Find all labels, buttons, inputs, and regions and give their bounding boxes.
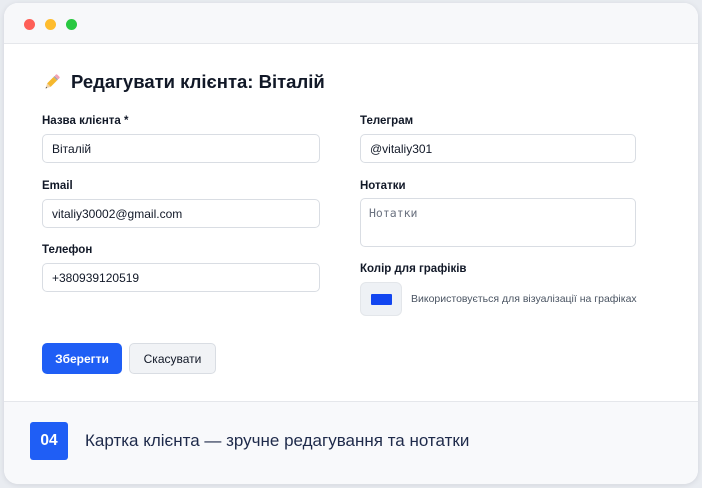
pencil-icon xyxy=(45,74,60,89)
notes-textarea[interactable] xyxy=(360,198,636,247)
telegram-label: Телеграм xyxy=(360,115,414,127)
page-title: Редагувати клієнта: Віталій xyxy=(42,67,325,97)
phone-input[interactable] xyxy=(42,263,320,292)
client-name-label: Назва клієнта * xyxy=(42,115,129,127)
page-title-text: Редагувати клієнта: Віталій xyxy=(71,71,325,92)
cancel-button[interactable]: Скасувати xyxy=(129,343,216,374)
save-button[interactable]: Зберегти xyxy=(42,343,122,374)
client-name-input[interactable] xyxy=(42,134,320,163)
app-window: Редагувати клієнта: Віталій Назва клієнт… xyxy=(4,3,698,484)
window-titlebar xyxy=(4,3,698,44)
minimize-window-button[interactable] xyxy=(45,19,56,30)
chart-color-label: Колір для графіків xyxy=(360,263,467,275)
email-label: Email xyxy=(42,180,73,192)
chart-color-swatch xyxy=(370,293,392,305)
notes-label: Нотатки xyxy=(360,180,406,192)
feature-caption: Картка клієнта — зручне редагування та н… xyxy=(85,431,470,450)
feature-caption-bar: 04 Картка клієнта — зручне редагування т… xyxy=(4,401,698,484)
email-input[interactable] xyxy=(42,199,320,228)
step-number-badge: 04 xyxy=(30,422,68,460)
chart-color-hint: Використовується для візуалізації на гра… xyxy=(411,293,637,305)
close-window-button[interactable] xyxy=(24,19,35,30)
chart-color-picker[interactable] xyxy=(360,282,402,316)
maximize-window-button[interactable] xyxy=(66,19,77,30)
telegram-input[interactable] xyxy=(360,134,636,163)
phone-label: Телефон xyxy=(42,244,93,256)
